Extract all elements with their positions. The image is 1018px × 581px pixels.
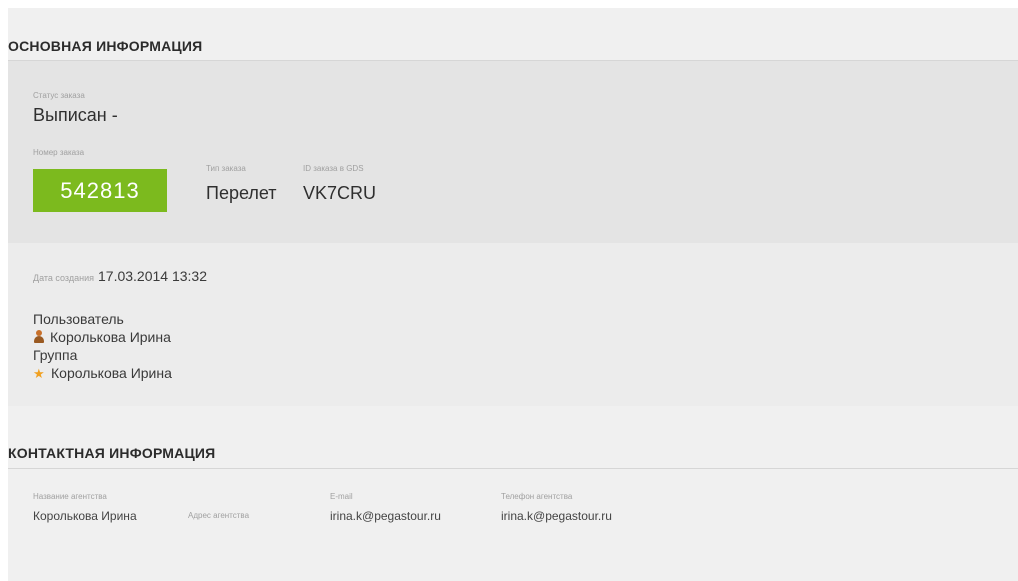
contact-info-title: КОНТАКТНАЯ ИНФОРМАЦИЯ [8,445,216,461]
status-value: Выписан - [33,105,118,125]
agency-name-value: Королькова Ирина [33,509,137,523]
user-row[interactable]: Корольк­ова Ирина [33,329,171,345]
order-type-value: Перелет [206,183,277,203]
group-name: Королькова Ирина [51,365,172,381]
email-value[interactable]: irina.k@pegastour.ru [330,509,441,523]
main-info-title: ОСНОВНАЯ ИНФОРМАЦИЯ [8,38,203,54]
agency-address-label: Адрес агентства [188,511,250,520]
created-value: 17.03.2014 13:32 [98,268,207,284]
phone-label: Телефон агентства [501,492,573,501]
created-row: Дата создания 17.03.2014 13:32 [33,268,207,284]
order-number-label: Номер заказа [33,148,85,157]
user-label: Пользователь [33,311,124,327]
contact-info-divider [8,468,1018,469]
user-icon [33,330,45,344]
group-label: Группа [33,347,78,363]
gds-id-label: ID заказа в GDS [303,164,364,173]
order-meta-block: Дата создания 17.03.2014 13:32 Пользовате… [8,243,1018,406]
order-status-block: Статус заказа Выписан - Номер заказа Тип… [8,61,1018,243]
email-label: E-mail [330,492,353,501]
gds-id-value: VK7CRU [303,183,377,203]
created-label: Дата создания [33,273,94,283]
agency-name-label: Название агентства [33,492,107,501]
phone-value[interactable]: irina.k@pegastour.ru [501,509,612,523]
page: ОСНОВНАЯ ИНФОРМАЦИЯ Статус заказа Выписа… [0,0,1018,581]
user-name: Корольк­ова Ирина [50,329,171,345]
order-number-badge: 542813 [33,169,167,212]
star-icon: ★ [33,366,45,381]
status-label: Статус заказа [33,91,85,100]
group-row[interactable]: ★ Королькова Ирина [33,365,172,382]
order-type-label: Тип заказа [206,164,246,173]
order-panel: ОСНОВНАЯ ИНФОРМАЦИЯ Статус заказа Выписа… [8,8,1018,581]
